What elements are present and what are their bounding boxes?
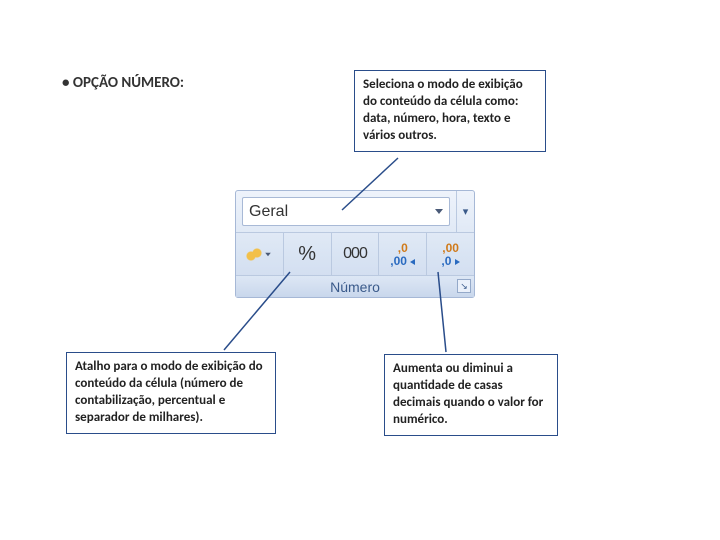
chevron-down-icon — [435, 209, 443, 214]
thousands-icon: 000 — [343, 245, 367, 263]
decrease-decimal-icon: ,00 ,0 — [441, 242, 459, 267]
format-selected-label: Geral — [249, 203, 288, 221]
thousands-separator-button[interactable]: 000 — [332, 233, 380, 275]
callout-format-dropdown: Seleciona o modo de exibição do conteúdo… — [354, 70, 546, 152]
number-format-dropdown[interactable]: Geral — [242, 197, 450, 226]
callout-decimal-buttons: Aumenta ou diminui a quantidade de casas… — [384, 354, 558, 436]
increase-decimal-button[interactable]: ,0 ,00 — [379, 233, 427, 275]
percent-format-button[interactable]: % — [284, 233, 332, 275]
group-label: Número — [330, 279, 380, 295]
percent-icon: % — [298, 243, 316, 266]
callout-shortcut-buttons: Atalho para o modo de exibição do conteú… — [66, 352, 276, 434]
bullet: • — [62, 74, 69, 92]
number-ribbon-group: Geral ▾ % 000 ,0 ,00 ,00 ,0 — [235, 190, 475, 298]
decrease-decimal-button[interactable]: ,00 ,0 — [427, 233, 474, 275]
row1-dialog-launcher[interactable]: ▾ — [456, 191, 474, 232]
dialog-launcher-icon[interactable]: ↘ — [457, 279, 471, 293]
group-footer: Número ↘ — [236, 275, 474, 297]
currency-icon — [246, 247, 272, 261]
currency-format-button[interactable] — [236, 233, 284, 275]
title-text: OPÇÃO NÚMERO: — [73, 74, 184, 92]
section-title: • OPÇÃO NÚMERO: — [62, 74, 184, 92]
increase-decimal-icon: ,0 ,00 — [390, 242, 415, 267]
